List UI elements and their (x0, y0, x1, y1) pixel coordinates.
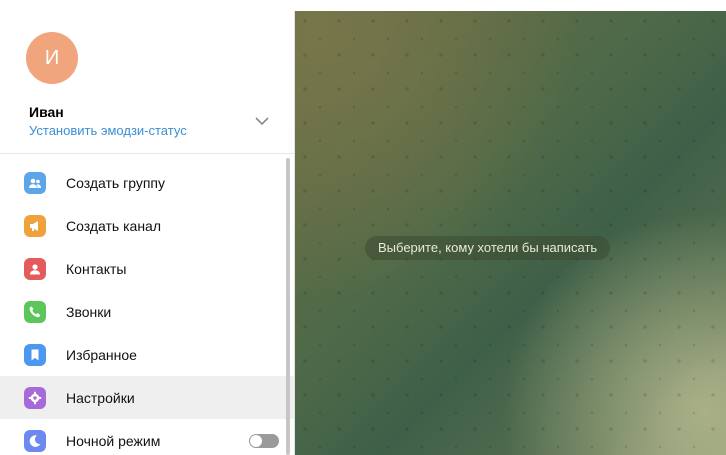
bookmark-icon (24, 343, 46, 366)
drawer-scrollbar[interactable] (286, 158, 290, 455)
menu-item-saved-messages[interactable]: Избранное (9, 333, 291, 376)
menu-item-night-mode[interactable]: Ночной режим (9, 419, 291, 455)
contact-icon (24, 257, 46, 280)
empty-chat-hint: Выберите, кому хотели бы написать (365, 236, 611, 260)
drawer-menu: Создать группу Создать канал Контакты Зв… (0, 161, 294, 455)
chevron-down-icon[interactable] (254, 114, 270, 128)
avatar[interactable]: И (26, 32, 78, 84)
menu-item-label: Настройки (66, 389, 135, 406)
top-strip (0, 0, 726, 11)
phone-icon (24, 300, 46, 323)
menu-item-label: Звонки (66, 303, 112, 320)
menu-item-contacts[interactable]: Контакты (9, 247, 291, 290)
gear-icon (24, 386, 46, 409)
night-mode-toggle[interactable] (249, 434, 279, 448)
menu-item-settings[interactable]: Настройки (0, 376, 294, 419)
menu-item-label: Создать группу (66, 174, 165, 191)
chat-wallpaper-pattern (295, 11, 726, 455)
megaphone-icon (24, 214, 46, 237)
app-window: И Иван Установить эмодзи-статус Создать … (0, 0, 726, 455)
menu-item-label: Ночной режим (66, 432, 161, 449)
side-drawer: И Иван Установить эмодзи-статус Создать … (0, 0, 295, 455)
set-emoji-status-link[interactable]: Установить эмодзи-статус (29, 123, 187, 138)
menu-item-calls[interactable]: Звонки (9, 290, 291, 333)
chat-area: Выберите, кому хотели бы написать (295, 11, 726, 455)
divider (0, 153, 294, 154)
menu-item-label: Избранное (66, 346, 137, 363)
menu-item-new-channel[interactable]: Создать канал (9, 204, 291, 247)
menu-item-label: Создать канал (66, 217, 161, 234)
menu-item-new-group[interactable]: Создать группу (9, 161, 291, 204)
group-icon (24, 171, 46, 194)
toggle-knob (250, 435, 262, 447)
user-name: Иван (29, 104, 64, 120)
moon-icon (24, 429, 46, 452)
menu-item-label: Контакты (66, 260, 127, 277)
